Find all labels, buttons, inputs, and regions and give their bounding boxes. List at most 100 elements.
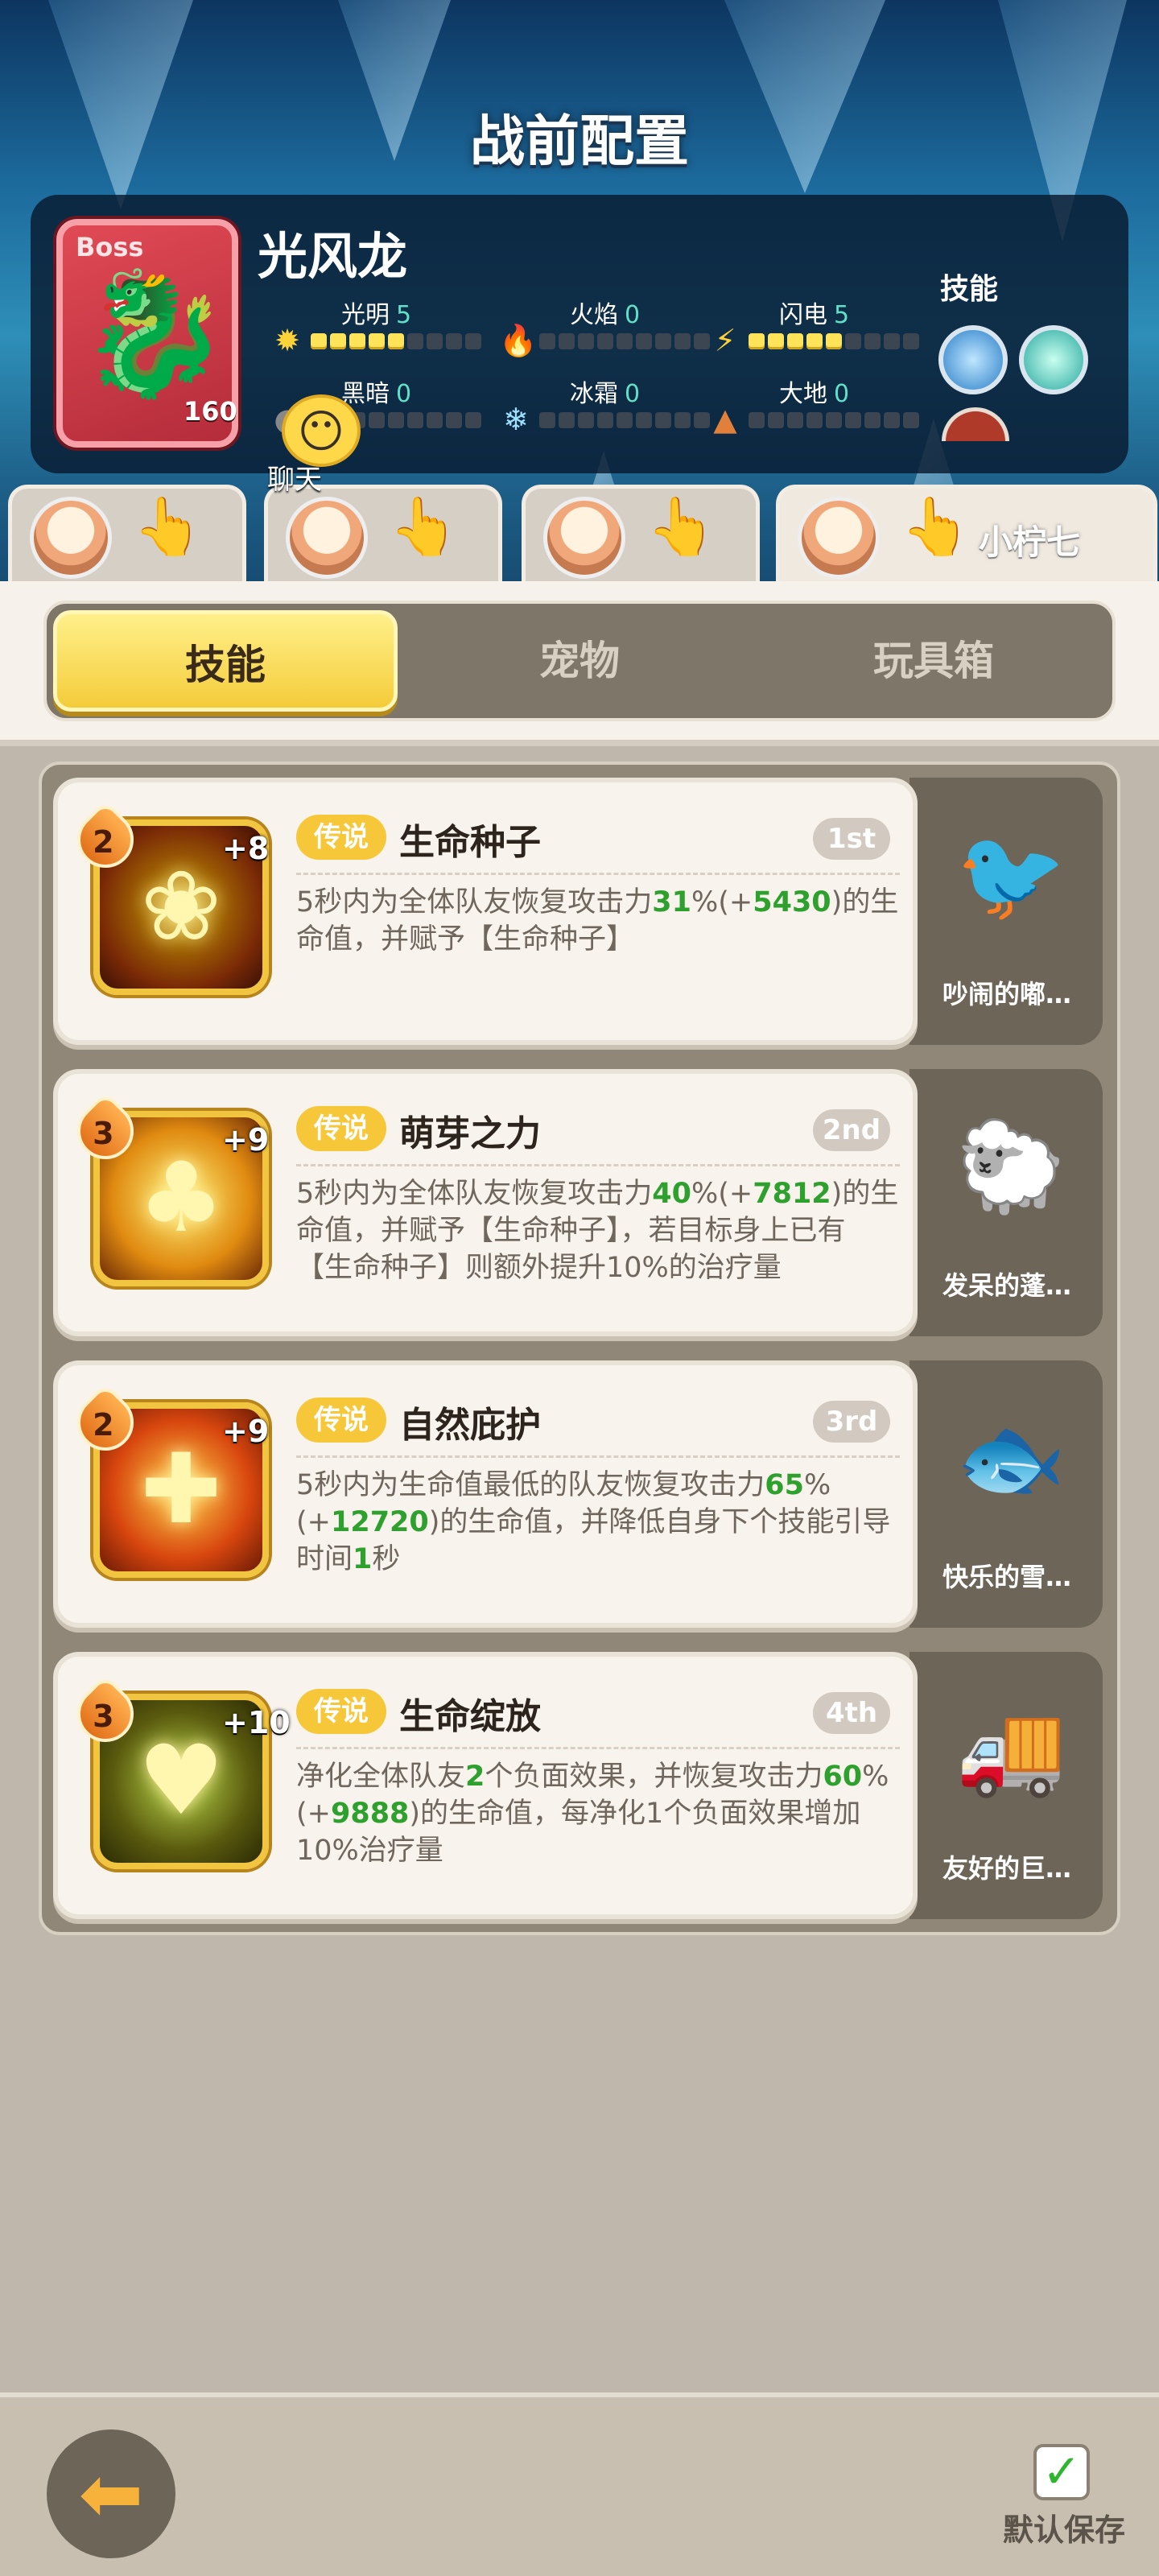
skill-order-badge: 4th bbox=[813, 1692, 890, 1734]
back-button[interactable]: ⬅ bbox=[47, 2429, 175, 2558]
character-tab-active[interactable]: 👆 bbox=[776, 485, 1157, 581]
element-label: 黑暗 0 bbox=[341, 374, 411, 409]
skill-desc-text: 5秒内为全体队友恢复攻击力 bbox=[296, 886, 653, 919]
boss-skills-label: 技能 bbox=[940, 273, 999, 306]
element-bar-segment bbox=[388, 333, 404, 349]
skill-name: 自然庇护 bbox=[399, 1405, 541, 1446]
element-bar bbox=[749, 412, 919, 428]
element-bar-segment bbox=[578, 412, 594, 428]
skill-name: 生命绽放 bbox=[399, 1696, 541, 1737]
pet-name: 发呆的蓬… bbox=[942, 1270, 1071, 1301]
element-name: 闪电 bbox=[779, 301, 827, 329]
element-bar-segment bbox=[806, 412, 823, 428]
element-bar bbox=[539, 333, 710, 349]
skill-desc-number: 40 bbox=[652, 1178, 691, 1210]
element-bar-segment bbox=[655, 412, 671, 428]
skill-level: 2 bbox=[92, 1406, 114, 1443]
skill-name: 萌芽之力 bbox=[399, 1113, 541, 1154]
pet-name: 友好的巨… bbox=[942, 1853, 1071, 1884]
boss-tag: Boss bbox=[76, 232, 144, 262]
boss-name: 光风龙 bbox=[258, 227, 408, 286]
element-name: 光明 bbox=[341, 301, 390, 329]
element-bar-segment bbox=[826, 333, 842, 349]
pet-image: 🐦 bbox=[955, 824, 1066, 927]
snowflake-icon: ❄ bbox=[503, 402, 529, 437]
earth-icon: ▲ bbox=[713, 402, 737, 437]
element-bar-segment bbox=[636, 412, 652, 428]
element-bar-segment bbox=[617, 333, 633, 349]
character-avatar bbox=[798, 497, 880, 579]
element-label: 大地 0 bbox=[779, 374, 849, 409]
character-tab-3[interactable]: 👆 bbox=[522, 485, 760, 581]
default-save-label: 默认保存 bbox=[1003, 2512, 1126, 2548]
skill-desc-text: 5秒内为全体队友恢复攻击力 bbox=[296, 1178, 653, 1210]
element-bar-segment bbox=[655, 333, 671, 349]
tab-skills[interactable]: 技能 bbox=[53, 610, 398, 712]
element-bar-segment bbox=[768, 412, 784, 428]
skill-description: 净化全体队友2个负面效果，并恢复攻击力60%(+9888)的生命值，每净化1个负… bbox=[296, 1758, 900, 1869]
boss-skill-ice-orb[interactable] bbox=[938, 325, 1008, 394]
element-bar-segment bbox=[597, 333, 613, 349]
boss-skill-wind-orb[interactable] bbox=[1019, 325, 1088, 394]
element-bar-segment bbox=[369, 412, 385, 428]
skill-level: 3 bbox=[92, 1115, 114, 1151]
element-label: 闪电 5 bbox=[779, 295, 849, 330]
chat-button[interactable]: 😶 bbox=[282, 394, 361, 467]
character-tab-2[interactable]: 👆 bbox=[264, 485, 502, 581]
skill-description: 5秒内为全体队友恢复攻击力31%(+5430)的生命值，并赋予【生命种子】 bbox=[296, 884, 900, 958]
lightning-icon: ⚡ bbox=[714, 323, 736, 358]
character-avatar bbox=[543, 497, 625, 579]
element-bar-segment bbox=[826, 412, 842, 428]
checkmark-icon: ✓ bbox=[1041, 2444, 1082, 2499]
skill-card[interactable]: ♣ 3 +9 传说 萌芽之力 2nd 5秒内为全体队友恢复攻击力40%(+7812)的生命值… bbox=[53, 1069, 918, 1336]
skill-plus: +9 bbox=[222, 1122, 270, 1158]
element-bar-segment bbox=[903, 412, 919, 428]
skill-plus: +10 bbox=[222, 1705, 291, 1740]
skill-desc-text: 秒 bbox=[372, 1543, 401, 1575]
skill-desc-text: 个负面效果，并恢复攻击力 bbox=[485, 1761, 823, 1793]
element-bar-segment bbox=[845, 333, 861, 349]
skill-desc-number: 60 bbox=[823, 1761, 863, 1793]
element-bar-segment bbox=[768, 333, 784, 349]
element-bar-segment bbox=[578, 333, 594, 349]
rarity-badge: 传说 bbox=[296, 1106, 386, 1151]
element-bar-segment bbox=[806, 333, 823, 349]
element-bar-segment bbox=[694, 333, 710, 349]
element-bar-segment bbox=[749, 333, 765, 349]
skill-desc-number: 1 bbox=[353, 1543, 373, 1575]
skill-card[interactable]: ❀ 2 +8 传说 生命种子 1st 5秒内为全体队友恢复攻击力31%(+5430)的生命值… bbox=[53, 778, 918, 1045]
element-value: 0 bbox=[625, 301, 641, 329]
element-bar-segment bbox=[597, 412, 613, 428]
skill-card[interactable]: ✚ 2 +9 传说 自然庇护 3rd 5秒内为生命值最低的队友恢复攻击力65%(+12720… bbox=[53, 1360, 918, 1628]
element-bar-segment bbox=[884, 412, 900, 428]
element-bar-segment bbox=[427, 333, 443, 349]
element-bar-segment bbox=[349, 333, 365, 349]
element-bar-segment bbox=[674, 333, 691, 349]
hand-pointer-icon: 👆 bbox=[389, 493, 460, 559]
skill-card[interactable]: ♥ 3 +10 传说 生命绽放 4th 净化全体队友2个负面效果，并恢复攻击力60%(+98… bbox=[53, 1652, 918, 1919]
tab-toybox[interactable]: 玩具箱 bbox=[761, 610, 1106, 712]
pet-image: 🐟 bbox=[955, 1406, 1066, 1509]
skill-plus: +8 bbox=[222, 831, 270, 866]
hand-pointer-icon: 👆 bbox=[646, 493, 717, 559]
skill-desc-number: 65 bbox=[765, 1469, 804, 1501]
flame-icon: 🔥 bbox=[499, 323, 538, 358]
skill-order-badge: 1st bbox=[813, 818, 890, 860]
divider bbox=[296, 1455, 900, 1458]
element-bar-segment bbox=[749, 412, 765, 428]
element-bar-segment bbox=[369, 333, 385, 349]
element-bar-segment bbox=[407, 412, 423, 428]
tab-pets[interactable]: 宠物 bbox=[407, 610, 752, 712]
element-bar-segment bbox=[539, 333, 555, 349]
default-save-checkbox[interactable]: ✓ bbox=[1033, 2444, 1090, 2500]
skill-desc-number: 7812 bbox=[753, 1178, 831, 1210]
element-bar bbox=[539, 412, 710, 428]
character-tab-1[interactable]: 👆 bbox=[8, 485, 246, 581]
element-value: 0 bbox=[625, 380, 641, 408]
rarity-badge: 传说 bbox=[296, 815, 386, 860]
skill-desc-text: 净化全体队友 bbox=[296, 1761, 466, 1793]
element-bar bbox=[311, 333, 481, 349]
element-bar-segment bbox=[446, 333, 462, 349]
hand-pointer-icon: 👆 bbox=[901, 493, 971, 559]
element-bar-segment bbox=[465, 412, 481, 428]
